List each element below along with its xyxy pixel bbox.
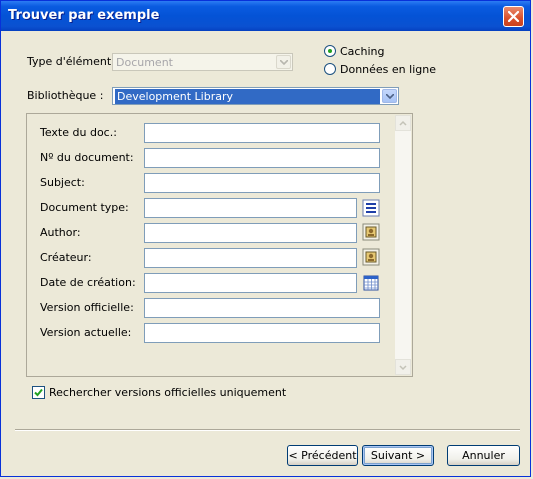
official-version-label: Version officielle: <box>40 301 134 314</box>
chevron-up-icon <box>399 120 407 126</box>
item-type-dropdown-arrow <box>276 55 291 69</box>
doc-text-label: Texte du doc.: <box>40 126 117 139</box>
library-select[interactable]: Development Library <box>112 87 399 105</box>
close-icon <box>508 11 519 22</box>
user-picker-icon <box>362 248 380 266</box>
library-label: Bibliothèque : <box>27 89 104 102</box>
creator-picker-button[interactable] <box>362 248 380 266</box>
item-type-label: Type d'élément : <box>27 55 119 68</box>
current-version-label: Version actuelle: <box>40 326 132 339</box>
window-title: Trouver par exemple <box>8 8 160 23</box>
fields-scrollbar[interactable] <box>395 115 411 375</box>
document-type-input[interactable] <box>144 198 357 218</box>
close-button[interactable] <box>503 6 524 27</box>
calendar-icon <box>363 275 379 291</box>
creation-date-label: Date de création: <box>40 276 136 289</box>
item-type-value: Document <box>116 56 173 69</box>
author-picker-button[interactable] <box>362 223 380 241</box>
title-bar[interactable]: Trouver par exemple <box>1 1 530 31</box>
doc-number-input[interactable] <box>144 148 380 168</box>
document-type-label: Document type: <box>40 201 129 214</box>
doc-number-label: Nº du document: <box>40 151 134 164</box>
item-type-select: Document <box>112 53 293 71</box>
document-type-button[interactable] <box>362 199 380 217</box>
current-version-input[interactable] <box>144 323 380 343</box>
creator-input[interactable] <box>144 248 357 268</box>
library-dropdown-arrow[interactable] <box>382 89 397 103</box>
user-picker-icon <box>362 223 380 241</box>
official-version-input[interactable] <box>144 298 380 318</box>
chevron-down-icon <box>386 94 394 99</box>
find-by-example-dialog: Trouver par exemple Type d'élément : Doc… <box>0 0 531 477</box>
chevron-down-icon <box>280 60 288 65</box>
library-value: Development Library <box>115 89 380 104</box>
list-icon <box>362 199 380 217</box>
online-data-radio[interactable] <box>324 63 336 75</box>
doc-text-input[interactable] <box>144 123 380 143</box>
cancel-button[interactable]: Annuler <box>447 445 520 466</box>
chevron-down-icon <box>399 365 407 371</box>
creation-date-input[interactable] <box>144 273 357 293</box>
creator-label: Créateur: <box>40 251 92 264</box>
scroll-up-button[interactable] <box>395 115 411 131</box>
footer-divider <box>15 429 520 431</box>
caching-radio[interactable] <box>324 45 336 57</box>
author-input[interactable] <box>144 223 357 243</box>
next-button[interactable]: Suivant > <box>362 445 434 466</box>
scroll-down-button[interactable] <box>395 359 411 375</box>
caching-label[interactable]: Caching <box>340 45 384 58</box>
previous-button[interactable]: < Précédent <box>287 445 358 466</box>
subject-label: Subject: <box>40 176 85 189</box>
author-label: Author: <box>40 226 81 239</box>
checkmark-icon <box>34 388 43 397</box>
subject-input[interactable] <box>144 173 380 193</box>
creation-date-button[interactable] <box>362 274 380 292</box>
official-only-checkbox[interactable] <box>32 386 45 399</box>
official-only-label[interactable]: Rechercher versions officielles uniqueme… <box>49 386 286 399</box>
online-data-label[interactable]: Données en ligne <box>340 63 436 76</box>
